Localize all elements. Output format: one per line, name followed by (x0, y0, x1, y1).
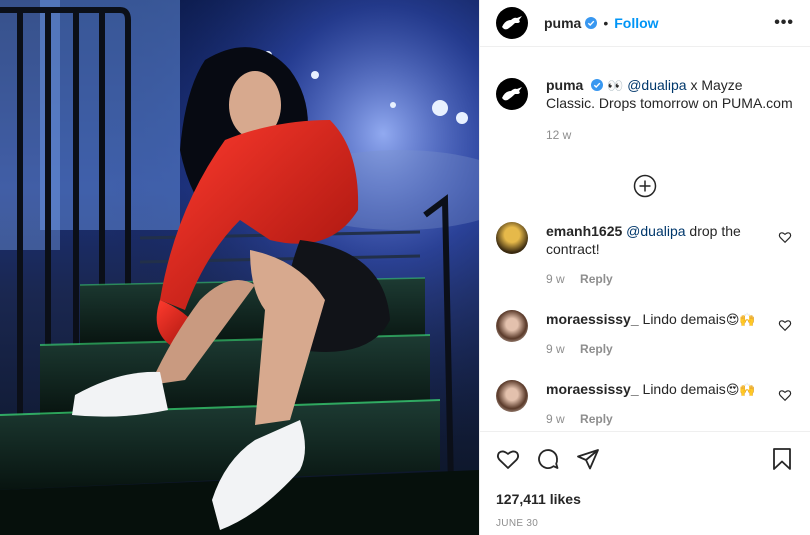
verified-badge-icon (591, 79, 604, 91)
post-panel: puma • Follow ••• puma 👀 @dualipa x Mayz… (479, 0, 810, 535)
caption-avatar[interactable] (496, 78, 528, 110)
comment-body: Lindo demais (642, 311, 726, 327)
post-caption: puma 👀 @dualipa x Mayze Classic. Drops t… (480, 48, 810, 144)
likes-count[interactable]: 127,411 likes (496, 491, 794, 507)
like-heart-icon[interactable] (496, 447, 520, 471)
comment-username[interactable]: moraessissy_ (546, 381, 639, 397)
comment-mention[interactable]: @dualipa (626, 223, 685, 239)
comments-section[interactable]: puma 👀 @dualipa x Mayze Classic. Drops t… (480, 48, 810, 430)
caption-username[interactable]: puma (546, 77, 583, 93)
comment-item: emanh1625 @dualipa drop the contract! 9 … (496, 222, 794, 288)
like-comment-heart-icon[interactable] (778, 388, 792, 402)
follow-button[interactable]: Follow (614, 15, 658, 31)
comment-age[interactable]: 9 w (546, 272, 565, 286)
comment-bubble-icon[interactable] (536, 447, 560, 471)
comment-text: moraessissy_ Lindo demais😍🙌 9 w Reply (546, 310, 776, 358)
comment-username[interactable]: moraessissy_ (546, 311, 639, 327)
comment-emoji: 😍🙌 (725, 382, 756, 397)
comment-username[interactable]: emanh1625 (546, 223, 622, 239)
puma-avatar[interactable] (496, 7, 528, 39)
comment-emoji: 😍🙌 (725, 312, 756, 327)
puma-logo-icon (502, 16, 522, 30)
share-send-icon[interactable] (576, 447, 600, 471)
puma-logo-icon (502, 87, 522, 101)
comment-item: moraessissy_ Lindo demais😍🙌 9 w Reply (496, 380, 794, 428)
comment-avatar[interactable] (496, 310, 528, 342)
post-photo[interactable] (0, 0, 479, 535)
load-more-comments-icon[interactable] (633, 174, 657, 198)
comment-age[interactable]: 9 w (546, 412, 565, 426)
comment-text: emanh1625 @dualipa drop the contract! 9 … (546, 222, 776, 288)
like-comment-heart-icon[interactable] (778, 230, 792, 244)
action-icons (496, 444, 794, 474)
eyes-emoji: 👀 (607, 78, 624, 93)
comment-age[interactable]: 9 w (546, 342, 565, 356)
caption-mention[interactable]: @dualipa (627, 77, 686, 93)
comment-avatar[interactable] (496, 222, 528, 254)
caption-text: puma 👀 @dualipa x Mayze Classic. Drops t… (546, 76, 794, 144)
comment-body: Lindo demais (642, 381, 726, 397)
post-header: puma • Follow ••• (480, 0, 810, 47)
reply-button[interactable]: Reply (580, 272, 613, 286)
caption-age[interactable]: 12 w (546, 126, 794, 144)
comment-text: moraessissy_ Lindo demais😍🙌 9 w Reply (546, 380, 776, 428)
comment-avatar[interactable] (496, 380, 528, 412)
photo-illustration (0, 0, 479, 535)
verified-badge-icon (585, 17, 598, 29)
comment-meta: 9 w Reply (546, 410, 776, 428)
comment-meta: 9 w Reply (546, 340, 776, 358)
header-username[interactable]: puma (544, 15, 581, 31)
comment-item: moraessissy_ Lindo demais😍🙌 9 w Reply (496, 310, 794, 358)
reply-button[interactable]: Reply (580, 412, 613, 426)
save-bookmark-icon[interactable] (770, 447, 794, 471)
post-date[interactable]: JUNE 30 (496, 518, 794, 529)
comment-meta: 9 w Reply (546, 270, 776, 288)
more-options-icon[interactable]: ••• (774, 14, 794, 32)
reply-button[interactable]: Reply (580, 342, 613, 356)
header-separator: • (603, 15, 609, 31)
post-actions: 127,411 likes JUNE 30 (480, 431, 810, 535)
like-comment-heart-icon[interactable] (778, 318, 792, 332)
